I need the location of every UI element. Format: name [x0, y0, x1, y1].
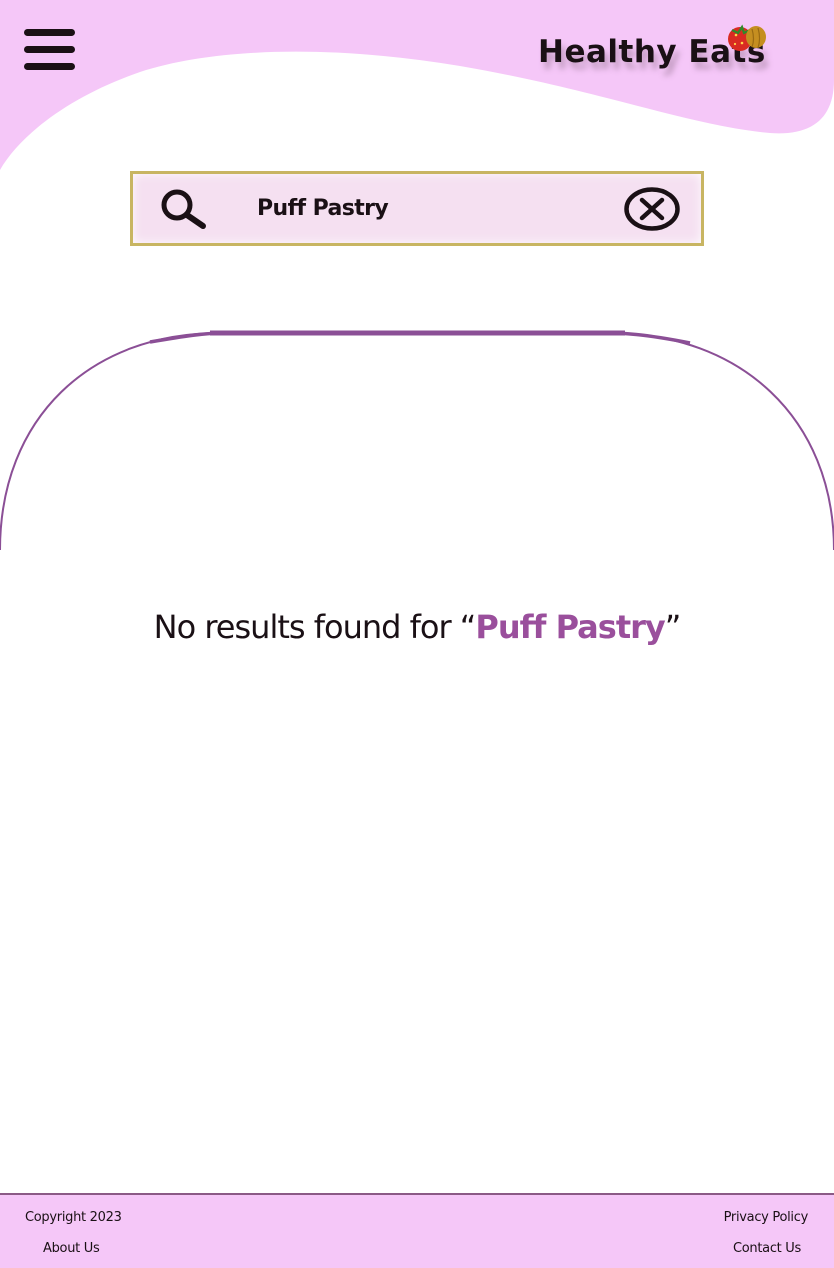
hamburger-menu-icon — [24, 29, 75, 36]
copyright-text: Copyright 2023 — [25, 1210, 122, 1225]
results-arch — [0, 330, 834, 551]
privacy-policy-link[interactable]: Privacy Policy — [724, 1210, 809, 1225]
brand-logo[interactable]: Healthy Eats — [538, 22, 788, 92]
no-results-suffix: ” — [664, 608, 682, 646]
fruit-icon — [728, 24, 766, 51]
no-results-message: No results found for “Puff Pastry” — [0, 608, 834, 646]
no-results-query: Puff Pastry — [475, 608, 665, 646]
about-us-link[interactable]: About Us — [43, 1241, 100, 1256]
menu-button[interactable] — [24, 28, 76, 74]
menu-bar — [24, 46, 75, 53]
clear-icon[interactable] — [623, 186, 681, 232]
search-bar — [130, 171, 704, 246]
footer: Copyright 2023 About Us Privacy Policy C… — [0, 1193, 834, 1268]
search-icon[interactable] — [159, 189, 209, 231]
no-results-prefix: No results found for “ — [153, 608, 477, 646]
search-input[interactable] — [257, 188, 587, 228]
menu-bar — [24, 63, 75, 70]
contact-us-link[interactable]: Contact Us — [733, 1241, 801, 1256]
